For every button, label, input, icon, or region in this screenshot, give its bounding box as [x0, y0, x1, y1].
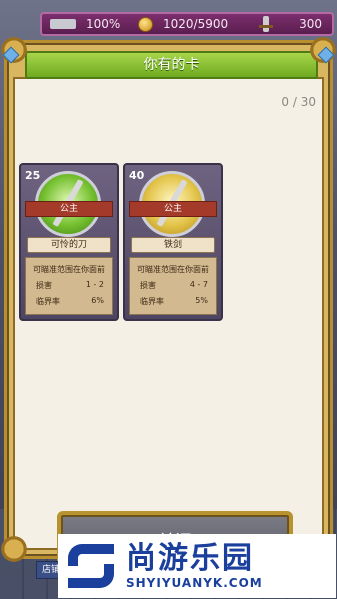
- card-stats: 可瞄准范围在你面前 损害 1 - 2 临界率 6%: [25, 257, 113, 315]
- coin-icon: [138, 16, 153, 32]
- crit-value: 5%: [195, 296, 208, 305]
- card-collection-dialog: 你有的卡 0 / 30 25 公主 可怜的刀 可瞄准范围在你面前 损害 1 - …: [0, 35, 337, 573]
- card-stats: 可瞄准范围在你面前 损害 4 - 7 临界率 5%: [129, 257, 217, 315]
- card-count: 0 / 30: [281, 95, 316, 109]
- battery-icon: [50, 19, 76, 29]
- watermark-logo: [62, 538, 120, 594]
- card-class: 公主: [25, 201, 113, 217]
- damage-label: 损害: [140, 281, 156, 290]
- progress-percent: 100%: [86, 17, 121, 31]
- card-class: 公主: [129, 201, 217, 217]
- card-name: 可怜的刀: [27, 237, 111, 253]
- card-desc: 可瞄准范围在你面前: [137, 265, 209, 274]
- card-cost: 40: [129, 169, 145, 182]
- watermark-en: SHYIYUANYK.COM: [126, 576, 263, 590]
- damage-row: 损害 1 - 2: [36, 280, 104, 291]
- resource-bar: 100% 1020/5900 300: [40, 12, 334, 36]
- crit-label: 临界率: [36, 297, 60, 306]
- sword-icon: [259, 16, 273, 32]
- crit-label: 临界率: [140, 297, 164, 306]
- crit-row: 临界率 5%: [140, 296, 208, 307]
- dialog-title: 你有的卡: [25, 51, 318, 79]
- damage-label: 损害: [36, 281, 52, 290]
- gold-counter: 1020/5900: [163, 17, 229, 31]
- card-item[interactable]: 25 公主 可怜的刀 可瞄准范围在你面前 损害 1 - 2 临界率 6%: [19, 163, 119, 321]
- watermark-text: 尚游乐园 SHYIYUANYK.COM: [126, 541, 263, 591]
- card-cost: 25: [25, 169, 41, 182]
- card-item[interactable]: 40 公主 铁剑 可瞄准范围在你面前 损害 4 - 7 临界率 5%: [123, 163, 223, 321]
- card-desc: 可瞄准范围在你面前: [33, 265, 105, 274]
- damage-row: 损害 4 - 7: [140, 280, 208, 291]
- watermark-cn: 尚游乐园: [126, 541, 254, 576]
- corner-ornament: [0, 534, 29, 564]
- crit-value: 6%: [91, 296, 104, 305]
- damage-value: 4 - 7: [189, 280, 208, 289]
- crit-row: 临界率 6%: [36, 296, 104, 307]
- energy-counter: 300: [299, 17, 322, 31]
- card-name: 铁剑: [131, 237, 215, 253]
- damage-value: 1 - 2: [85, 280, 104, 289]
- watermark: 尚游乐园 SHYIYUANYK.COM: [58, 534, 336, 598]
